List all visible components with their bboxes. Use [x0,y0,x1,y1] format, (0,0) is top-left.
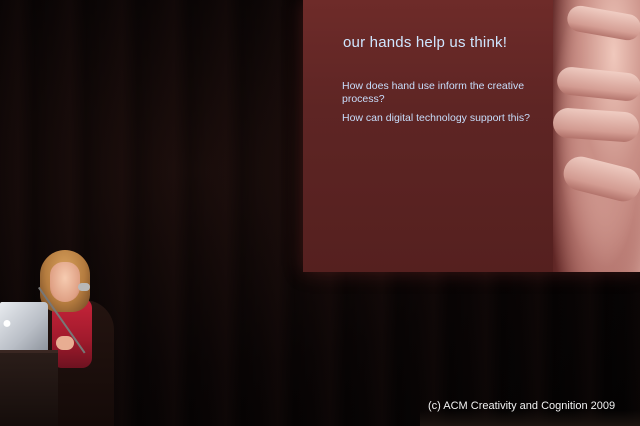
slide-question-1: How does hand use inform the creative pr… [342,80,525,105]
slide-finger [560,153,640,205]
slide-finger [555,65,640,103]
conference-stage-photo: our hands help us think! How does hand u… [0,0,640,426]
podium [0,350,58,426]
presenter-hand [56,336,74,350]
copyright-caption: (c) ACM Creativity and Cognition 2009 [428,400,616,412]
slide-finger [552,107,640,143]
projection-screen: our hands help us think! How does hand u… [303,0,640,272]
apple-logo-icon: ● [2,315,12,332]
slide-question-2: How can digital technology support this? [342,112,530,124]
slide-hand-photo [552,0,640,272]
stage-edge [420,410,640,426]
slide-finger [565,3,640,43]
microphone-icon [78,283,90,291]
laptop: ● [0,302,48,350]
slide-title: our hands help us think! [343,34,508,51]
presenter-face [50,262,80,302]
